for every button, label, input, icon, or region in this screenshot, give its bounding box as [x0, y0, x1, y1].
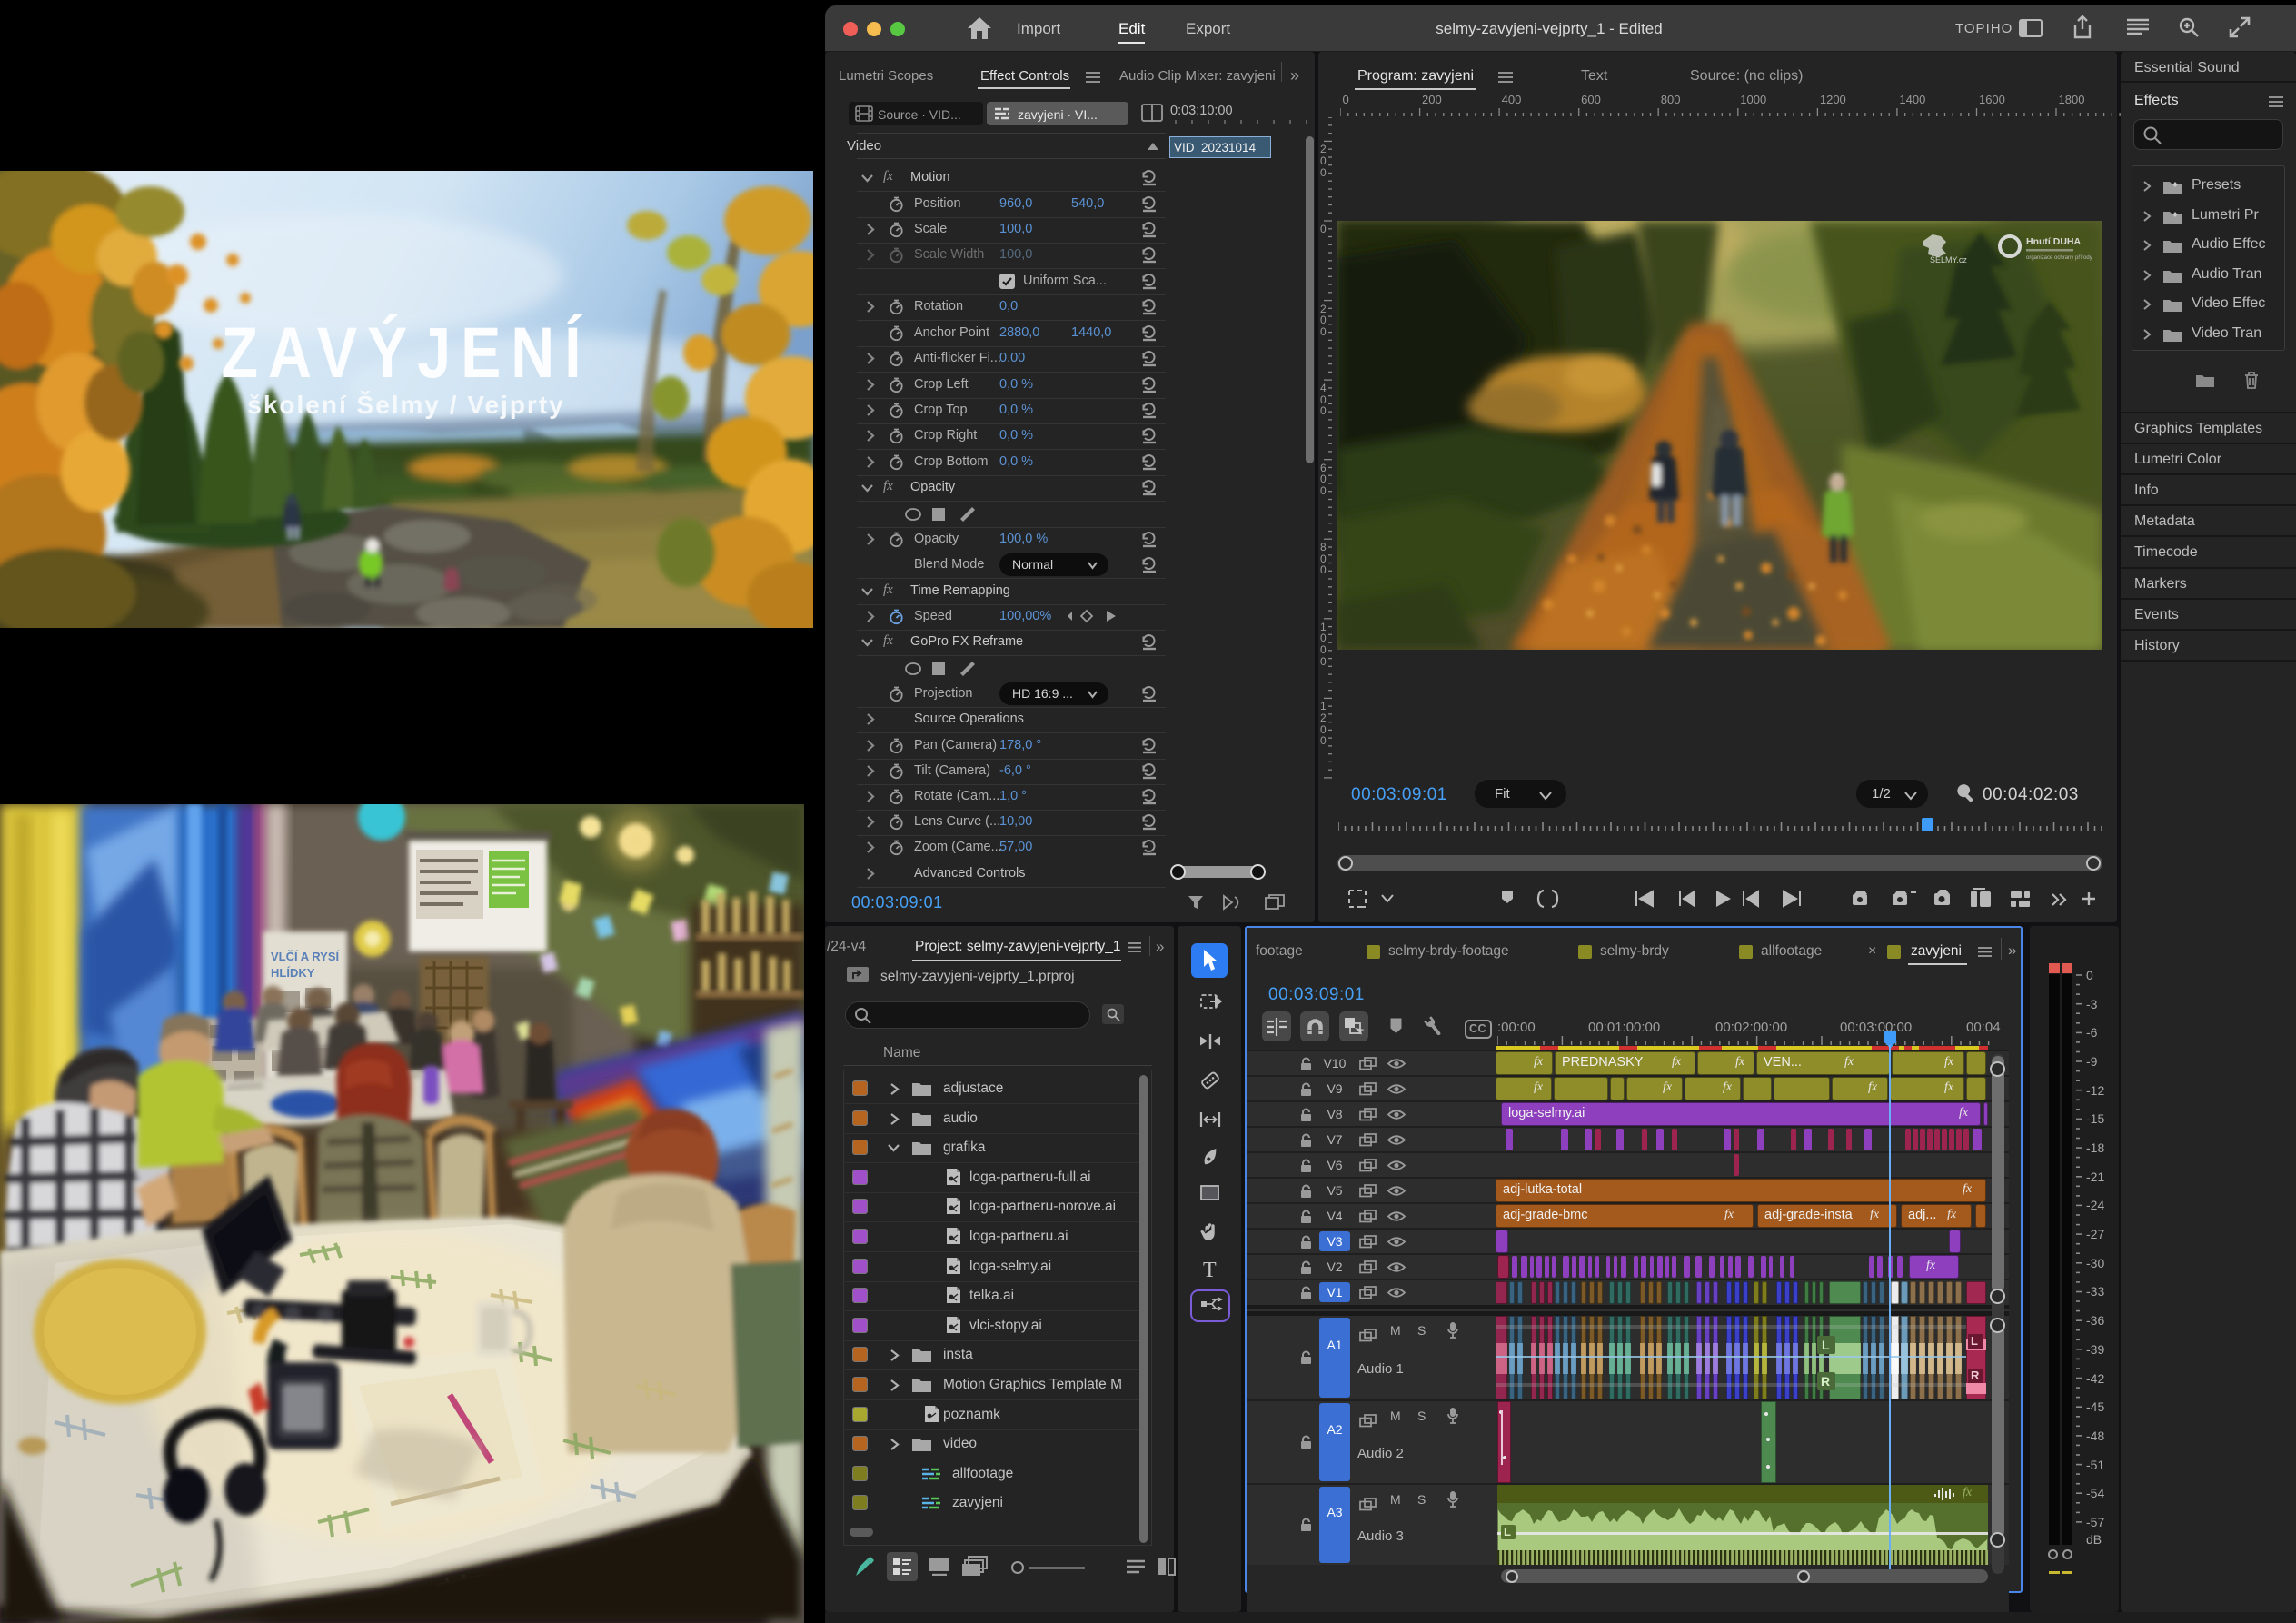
svg-text:HLÍDKY: HLÍDKY — [271, 966, 315, 980]
svg-text:ŠELMY.cz: ŠELMY.cz — [1930, 255, 1967, 264]
svg-text:školení Šelmy / Vejprty: školení Šelmy / Vejprty — [247, 390, 564, 419]
svg-text:T: T — [1203, 1259, 1217, 1279]
svg-text:Hnutí DUHA: Hnutí DUHA — [2026, 236, 2081, 247]
svg-text:VLČÍ A RYSÍ: VLČÍ A RYSÍ — [271, 950, 340, 963]
svg-text:organizace ochrany přírody: organizace ochrany přírody — [2026, 255, 2092, 261]
svg-text:ZAVÝJENÍ: ZAVÝJENÍ — [222, 314, 591, 393]
